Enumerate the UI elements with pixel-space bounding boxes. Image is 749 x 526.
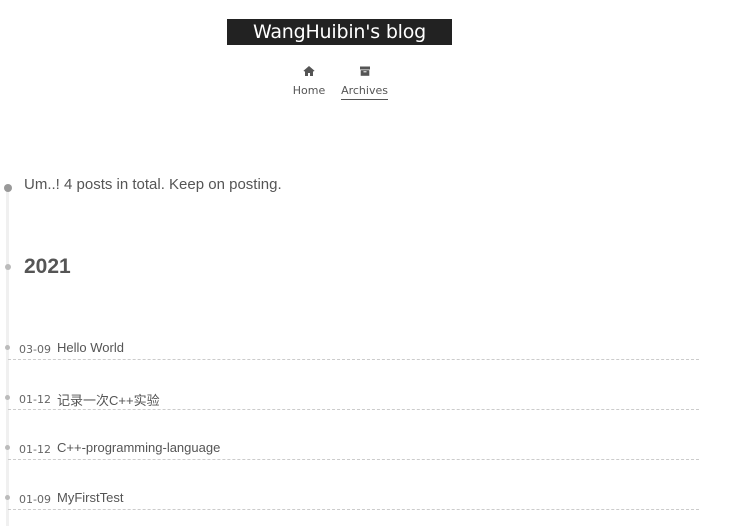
post-title-link[interactable]: Hello World <box>57 340 124 355</box>
menu-label-home: Home <box>292 84 326 97</box>
menu-item-home[interactable]: Home <box>291 64 327 99</box>
post-title-link[interactable]: 记录一次C++实验 <box>57 390 160 409</box>
main-menu: Home Archives <box>0 64 749 104</box>
timeline-dot <box>4 184 12 192</box>
collection-title: Um..! 4 posts in total. Keep on posting. <box>24 176 282 193</box>
menu-item-archives[interactable]: Archives <box>341 64 388 100</box>
post-item[interactable]: 01-12 记录一次C++实验 <box>8 387 699 410</box>
post-title-link[interactable]: C++-programming-language <box>57 440 220 455</box>
post-item[interactable]: 01-12 C++-programming-language <box>8 437 699 460</box>
post-item[interactable]: 03-09 Hello World <box>8 337 699 360</box>
home-icon <box>303 66 315 76</box>
site-brand-link[interactable]: WangHuibin's blog <box>227 19 452 45</box>
archive-year: 2021 <box>24 255 71 278</box>
post-item[interactable]: 01-09 MyFirstTest <box>8 487 699 510</box>
post-title-link[interactable]: MyFirstTest <box>57 490 123 505</box>
post-date: 01-12 <box>19 393 51 406</box>
post-date: 01-09 <box>19 493 51 506</box>
timeline-dot <box>5 264 11 270</box>
menu-label-archives: Archives <box>341 84 388 100</box>
site-title: WangHuibin's blog <box>252 21 427 43</box>
archive-icon <box>359 66 370 76</box>
post-date: 01-12 <box>19 443 51 456</box>
post-date: 03-09 <box>19 343 51 356</box>
